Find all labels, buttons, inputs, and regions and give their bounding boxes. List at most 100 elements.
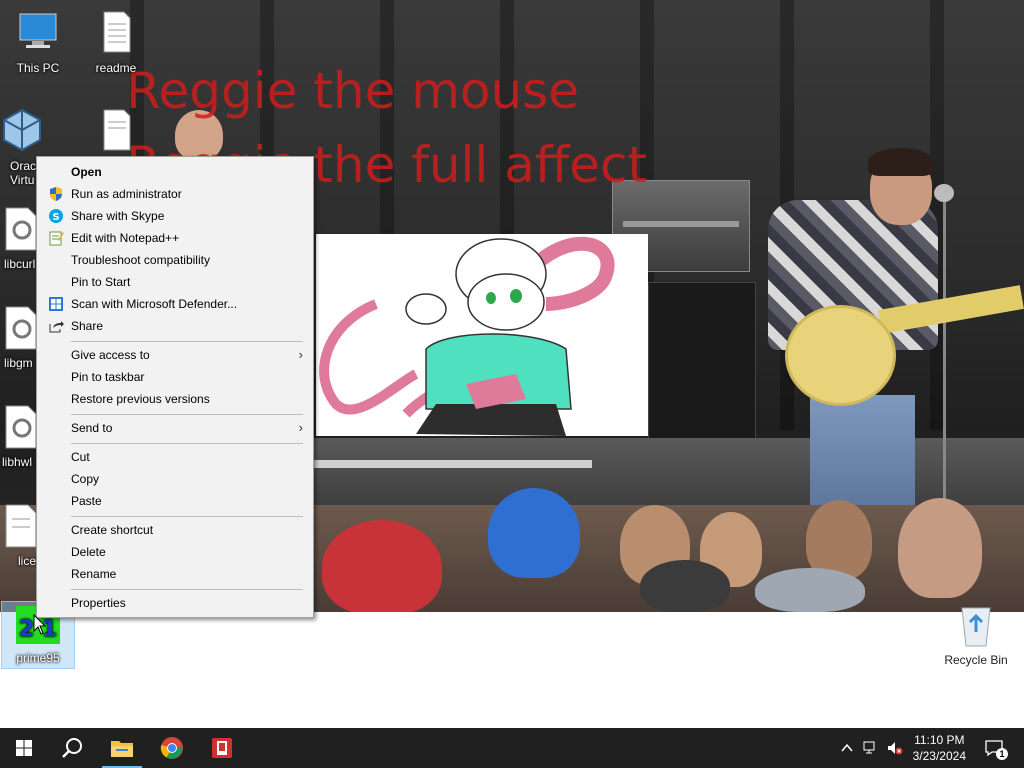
menu-item-copy[interactable]: Copy [37,468,313,490]
search-button[interactable] [48,728,96,768]
menu-item-label: Edit with Notepad++ [71,231,180,245]
menu-item-open[interactable]: Open [37,161,313,183]
desktop-icon-label: Recycle Bin [944,653,1008,667]
chevron-up-icon[interactable] [839,740,855,756]
menu-item-label: Share with Skype [71,209,165,223]
folder-icon [111,741,133,757]
menu-item-edit-notepadpp[interactable]: Edit with Notepad++ [37,227,313,249]
file-context-menu: Open Run as administrator S Share with S… [36,156,314,618]
menu-item-create-shortcut[interactable]: Create shortcut [37,519,313,541]
desktop-icon-this-pc[interactable]: This PC [2,8,74,75]
microphone [934,184,954,202]
skype-icon: S [49,209,63,223]
uac-shield-icon [50,187,62,201]
menu-item-label: Send to [71,421,113,435]
menu-item-rename[interactable]: Rename [37,563,313,585]
notification-count-badge: 1 [996,748,1008,760]
desktop-icon-libcurl[interactable]: libcurl [0,206,40,271]
menu-item-cut[interactable]: Cut [37,446,313,468]
menu-item-troubleshoot[interactable]: Troubleshoot compatibility [37,249,313,271]
menu-item-give-access[interactable]: Give access to › [37,344,313,366]
desktop-icon-label: libgm [4,356,33,370]
menu-item-label: Paste [71,494,102,508]
menu-item-paste[interactable]: Paste [37,490,313,512]
desktop-icon-text-file[interactable] [80,106,152,157]
crowd-head [898,498,982,598]
desktop-icon-libgm[interactable]: libgm [0,305,40,370]
mic-stand [943,190,946,510]
desktop-icon-readme[interactable]: readme [80,8,152,75]
menu-item-label: Run as administrator [71,187,182,201]
virtualbox-icon [3,108,41,152]
text-file-icon [5,504,37,548]
settings-file-icon [5,207,37,251]
menu-item-properties[interactable]: Properties [37,592,313,614]
desktop-icon-label: libcurl [4,257,36,271]
desktop-icon-label: This PC [16,61,60,75]
menu-item-scan-defender[interactable]: Scan with Microsoft Defender... [37,293,313,315]
desktop-icon-virtualbox[interactable]: Oracl Virtu [0,106,41,187]
red-cap-head [322,520,442,612]
svg-text:S: S [52,212,59,223]
search-icon [62,738,82,758]
text-file-icon [103,109,131,151]
crowd-beanie [640,560,730,612]
file-explorer-button[interactable] [98,728,146,768]
desktop-icon-label: prime95 [16,651,60,665]
blue-cap-head [488,488,580,578]
menu-item-restore-versions[interactable]: Restore previous versions [37,388,313,410]
guitarist-hair [868,148,934,176]
bass-guitar [785,305,896,406]
crowd-jacket [755,568,865,612]
menu-item-pin-start[interactable]: Pin to Start [37,271,313,293]
menu-separator [71,589,303,590]
menu-item-share[interactable]: Share [37,315,313,337]
this-pc-icon [19,13,57,48]
desktop-icon-license[interactable]: lice [0,503,40,568]
text-file-icon [103,11,131,53]
volume-muted-icon[interactable] [887,740,903,756]
settings-file-icon [5,306,37,350]
chevron-right-icon: › [298,347,303,362]
recycle-bin-icon [961,607,991,647]
mouse-character-drawing [316,234,648,436]
menu-item-label: Open [71,165,102,179]
network-icon[interactable] [863,740,879,756]
chrome-button[interactable] [148,728,196,768]
start-button[interactable] [0,728,48,768]
chrome-icon [160,737,183,759]
menu-item-label: Troubleshoot compatibility [71,253,210,267]
stage-rail [312,460,592,468]
desktop-icon-label: libhwl [2,455,33,469]
red-app-icon [212,738,232,758]
wallpaper-title-line1: Reggie the mouse [126,62,580,120]
red-app-button[interactable] [198,728,246,768]
desktop-icon-label: readme [95,61,137,75]
notepadpp-icon [49,231,64,246]
menu-item-share-skype[interactable]: S Share with Skype [37,205,313,227]
menu-item-label: Rename [71,567,117,581]
menu-item-label: Copy [71,472,100,486]
menu-separator [71,443,303,444]
clock[interactable]: 11:10 PM 3/23/2024 [913,732,966,764]
menu-item-label: Properties [71,596,126,610]
menu-item-label: Delete [71,545,106,559]
menu-item-send-to[interactable]: Send to › [37,417,313,439]
menu-item-label: Cut [71,450,90,464]
menu-item-run-as-admin[interactable]: Run as administrator [37,183,313,205]
desktop-icon-recycle-bin[interactable]: Recycle Bin [940,602,1012,667]
menu-item-label: Pin to Start [71,275,131,289]
menu-item-label: Restore previous versions [71,392,210,406]
desktop-icon-libhwl[interactable]: libhwl [0,404,40,469]
menu-separator [71,414,303,415]
menu-item-delete[interactable]: Delete [37,541,313,563]
menu-item-pin-taskbar[interactable]: Pin to taskbar [37,366,313,388]
mouse-cursor-icon [33,614,47,635]
menu-item-label: Scan with Microsoft Defender... [71,297,238,311]
clock-date: 3/23/2024 [912,749,966,763]
chevron-right-icon: › [298,420,303,435]
settings-file-icon [5,405,37,449]
menu-item-label: Give access to [71,348,150,362]
menu-item-label: Create shortcut [71,523,154,537]
windows-logo-icon [16,740,32,756]
